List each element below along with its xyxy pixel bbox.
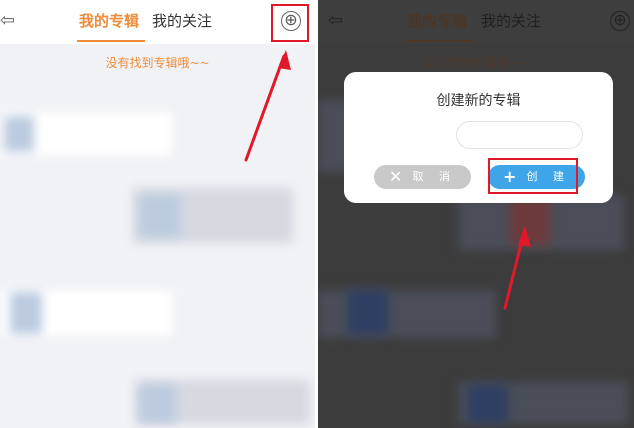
arrow-to-add-icon xyxy=(244,54,286,162)
arrow-head-add xyxy=(278,50,291,70)
arrow-head-create xyxy=(518,226,531,247)
annotation-arrows xyxy=(244,50,531,310)
